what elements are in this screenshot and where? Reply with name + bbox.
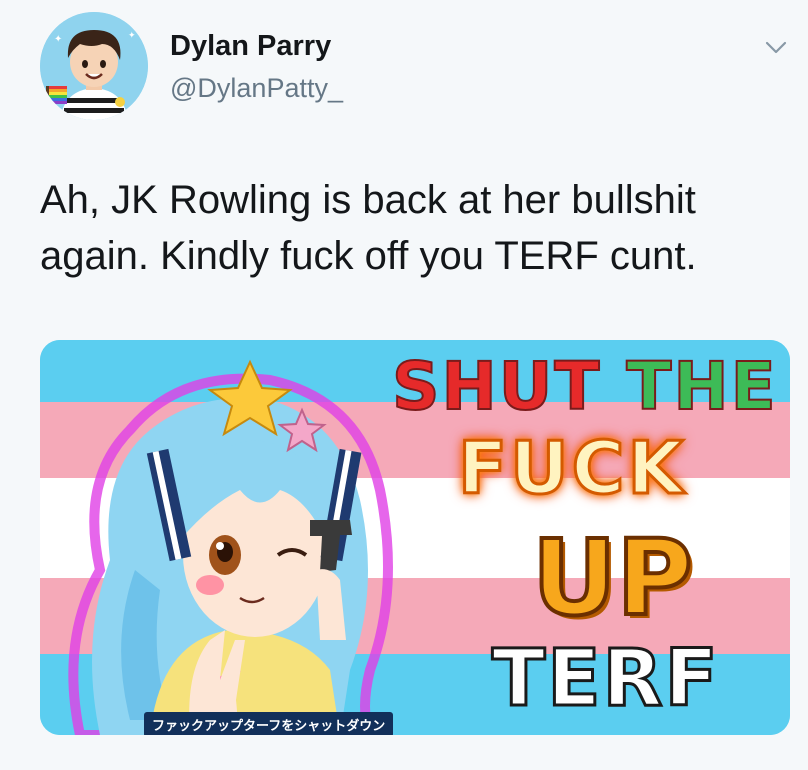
media-word-the: THE	[625, 348, 778, 425]
tweet-media-image[interactable]: SHUT THE FUCK UP TERF ファックアップターフをシャットダウン	[40, 340, 790, 735]
media-line-fuck: FUCK	[456, 426, 687, 510]
media-caption: ファックアップターフをシャットダウン	[144, 712, 394, 735]
tweet-text: Ah, JK Rowling is back at her bullshit a…	[40, 178, 697, 278]
avatar[interactable]: ✦ ✦	[40, 12, 148, 120]
media-word-shut: SHUT	[391, 348, 602, 425]
svg-text:✦: ✦	[54, 34, 62, 45]
media-line-shut-the: SHUT THE	[391, 353, 778, 421]
media-line-terf: TERF	[491, 634, 720, 724]
media-line-up: UP	[530, 517, 695, 639]
chevron-down-icon[interactable]	[760, 34, 792, 60]
svg-text:✦: ✦	[128, 30, 136, 40]
avatar-illustration: ✦ ✦	[40, 12, 148, 120]
author-handle[interactable]: @DylanPatty_	[170, 73, 343, 104]
author-name[interactable]: Dylan Parry	[170, 30, 331, 63]
tweet-card: ✦ ✦ Dylan Parry @DylanPatty_ Ah, JK Rowl…	[0, 0, 808, 770]
